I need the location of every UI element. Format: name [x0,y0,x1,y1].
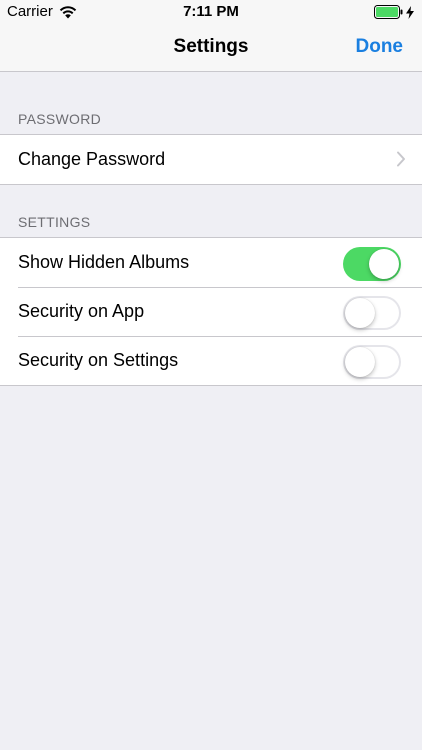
navigation-bar: Settings Done [0,24,422,72]
toggle-knob [345,347,375,377]
security-on-app-label: Security on App [18,301,145,321]
security-on-settings-toggle[interactable] [343,345,401,379]
toggle-knob [369,249,399,279]
section-header-password: PASSWORD [18,111,102,127]
status-bar: Carrier 7:11 PM [0,0,422,24]
settings-group: Show Hidden Albums Security on App Secur… [0,237,422,386]
show-hidden-albums-label: Show Hidden Albums [18,252,190,272]
security-on-app-row: Security on App [0,287,422,336]
charging-bolt-icon [406,5,414,19]
show-hidden-albums-row: Show Hidden Albums [0,238,422,287]
battery-icon [374,5,403,19]
settings-screen: Carrier 7:11 PM Settings Done PASSWORD C… [0,0,422,750]
status-right [374,5,414,19]
change-password-label: Change Password [18,149,166,169]
change-password-row[interactable]: Change Password [0,135,422,184]
toggle-knob [345,298,375,328]
show-hidden-albums-toggle[interactable] [343,247,401,281]
status-time: 7:11 PM [183,3,239,20]
password-group: Change Password [0,134,422,185]
done-button[interactable]: Done [356,36,404,58]
security-on-app-toggle[interactable] [343,296,401,330]
section-header-settings: SETTINGS [18,214,91,230]
security-on-settings-row: Security on Settings [0,336,422,385]
security-on-settings-label: Security on Settings [18,350,179,370]
chevron-right-icon [397,151,405,167]
